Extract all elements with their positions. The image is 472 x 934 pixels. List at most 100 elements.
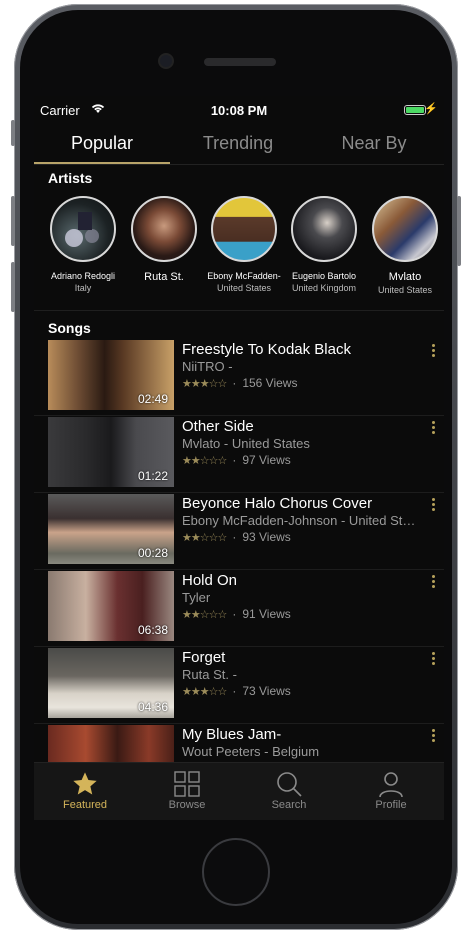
rating-stars: ★★★☆☆ <box>182 378 227 390</box>
video-thumbnail[interactable]: 04:36 <box>48 648 174 718</box>
artist-name: Mvlato <box>388 271 422 283</box>
more-options-icon[interactable] <box>430 652 436 667</box>
bottom-tab-bar: Featured Browse Search Profile <box>34 762 444 820</box>
song-artist: Ebony McFadden-Johnson - United States <box>182 513 418 528</box>
rating-stars: ★★★☆☆ <box>182 686 227 698</box>
artist-item[interactable]: Mvlato United States <box>365 196 444 295</box>
artists-carousel[interactable]: Adriano Redogli Italy Ruta St. Ebony McF… <box>34 196 444 306</box>
song-title: Beyonce Halo Chorus Cover <box>182 495 373 512</box>
artist-item[interactable]: Ruta St. <box>124 196 204 285</box>
artist-country: United Kingdom <box>291 283 357 293</box>
more-options-icon[interactable] <box>430 421 436 436</box>
song-title: Freestyle To Kodak Black <box>182 341 351 358</box>
more-options-icon[interactable] <box>430 729 436 744</box>
video-duration: 06:38 <box>137 623 168 637</box>
view-count: 97 Views <box>242 453 291 467</box>
grid-icon <box>136 769 238 799</box>
song-artist: Wout Peeters - Belgium <box>182 744 320 759</box>
front-camera <box>160 55 172 67</box>
more-options-icon[interactable] <box>430 344 436 359</box>
status-bar: Carrier 10:08 PM ⚡ <box>34 96 444 124</box>
song-artist: Mvlato - United States <box>182 436 310 451</box>
song-title: Hold On <box>182 572 238 589</box>
video-duration: 02:49 <box>137 392 168 406</box>
volume-up-button <box>11 196 15 246</box>
artist-name: Ruta St. <box>144 271 184 283</box>
tab-search[interactable]: Search <box>238 763 340 820</box>
tab-profile[interactable]: Profile <box>340 763 442 820</box>
song-artist: NiiTRO - <box>182 359 233 374</box>
mute-switch <box>11 120 15 146</box>
app-screen: Carrier 10:08 PM ⚡ Popular Trending Near… <box>34 96 444 820</box>
video-duration: 01:22 <box>137 469 168 483</box>
tab-label: Featured <box>62 799 108 811</box>
volume-down-button <box>11 262 15 312</box>
tab-browse[interactable]: Browse <box>136 763 238 820</box>
search-icon <box>238 769 340 799</box>
video-thumbnail[interactable]: 02:49 <box>48 340 174 410</box>
view-count: 91 Views <box>242 607 291 621</box>
song-meta: ★★★☆☆ · 73 Views <box>182 684 291 698</box>
battery-icon <box>404 105 426 115</box>
active-tab-indicator <box>34 162 170 164</box>
tab-popular[interactable]: Popular <box>34 126 170 164</box>
songs-section-title: Songs <box>48 320 91 336</box>
video-thumbnail[interactable]: 00:28 <box>48 494 174 564</box>
artist-avatar <box>291 196 357 262</box>
tab-trending[interactable]: Trending <box>170 126 306 164</box>
segment-tabs: Popular Trending Near By <box>34 126 444 165</box>
tab-label: Profile <box>375 799 407 811</box>
song-artist: Ruta St. - <box>182 667 237 682</box>
artist-country: Italy <box>74 283 92 293</box>
song-row[interactable]: 02:49 Freestyle To Kodak Black NiiTRO - … <box>34 338 444 416</box>
more-options-icon[interactable] <box>430 575 436 590</box>
song-meta: ★★☆☆☆ · 97 Views <box>182 453 291 467</box>
video-duration: 00:28 <box>137 546 168 560</box>
view-count: 156 Views <box>242 376 298 390</box>
view-count: 93 Views <box>242 530 291 544</box>
artist-avatar <box>372 196 438 262</box>
artist-country: United States <box>377 285 433 295</box>
artist-name: Adriano Redogli <box>50 271 116 281</box>
artist-avatar <box>211 196 277 262</box>
person-icon <box>340 769 442 799</box>
song-artist: Tyler <box>182 590 211 605</box>
artist-item[interactable]: Adriano Redogli Italy <box>43 196 123 293</box>
rating-stars: ★★☆☆☆ <box>182 532 227 544</box>
song-row[interactable]: 06:38 Hold On Tyler ★★☆☆☆ · 91 Views <box>34 569 444 647</box>
view-count: 73 Views <box>242 684 291 698</box>
rating-stars: ★★☆☆☆ <box>182 455 227 467</box>
video-thumbnail[interactable]: 01:22 <box>48 417 174 487</box>
tab-near-by[interactable]: Near By <box>306 126 442 164</box>
earpiece-speaker <box>204 58 276 66</box>
artist-country: United States <box>216 283 272 293</box>
rating-stars: ★★☆☆☆ <box>182 609 227 621</box>
more-options-icon[interactable] <box>430 498 436 513</box>
tab-label: Search <box>271 799 307 811</box>
video-duration: 04:36 <box>137 700 168 714</box>
artist-name: Ebony McFadden- <box>207 271 281 281</box>
song-meta: ★★★☆☆ · 156 Views <box>182 376 298 390</box>
video-thumbnail[interactable]: 06:38 <box>48 571 174 641</box>
song-title: Other Side <box>182 418 254 435</box>
clock: 10:08 PM <box>210 103 268 118</box>
artist-item[interactable]: Ebony McFadden- United States <box>204 196 284 293</box>
power-button <box>457 196 461 266</box>
song-meta: ★★☆☆☆ · 93 Views <box>182 530 291 544</box>
tab-featured[interactable]: Featured <box>34 763 136 820</box>
song-title: My Blues Jam- <box>182 726 282 743</box>
artist-name: Eugenio Bartolo <box>291 271 357 281</box>
charging-bolt-icon: ⚡ <box>424 103 438 115</box>
star-icon <box>34 769 136 799</box>
artist-item[interactable]: Eugenio Bartolo United Kingdom <box>284 196 364 293</box>
song-row[interactable]: 00:28 Beyonce Halo Chorus Cover Ebony Mc… <box>34 492 444 570</box>
song-row[interactable]: 01:22 Other Side Mvlato - United States … <box>34 415 444 493</box>
artist-avatar <box>131 196 197 262</box>
song-meta: ★★☆☆☆ · 91 Views <box>182 607 291 621</box>
home-button[interactable] <box>202 838 270 906</box>
song-row[interactable]: 04:36 Forget Ruta St. - ★★★☆☆ · 73 Views <box>34 646 444 724</box>
artist-avatar <box>50 196 116 262</box>
song-title: Forget <box>182 649 226 666</box>
artists-section-title: Artists <box>48 170 93 186</box>
tab-label: Browse <box>168 799 206 811</box>
